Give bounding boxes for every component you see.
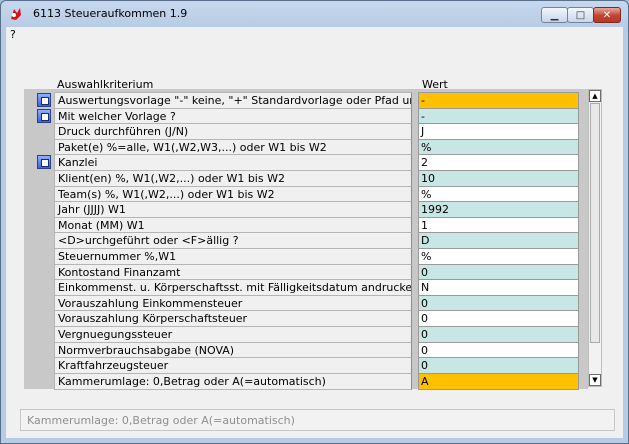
table-row: Steuernummer %,W1%: [24, 248, 588, 265]
criterion-label: Vorauszahlung Einkommensteuer: [54, 294, 412, 312]
value-field[interactable]: 2: [418, 154, 579, 172]
table-row: Kammerumlage: 0,Betrag oder A(=automatis…: [24, 372, 588, 390]
criterion-label: Klient(en) %, W1(,W2,...) oder W1 bis W2: [54, 170, 412, 187]
table-row: Druck durchführen (J/N) J: [24, 123, 588, 141]
value-field[interactable]: 0: [418, 310, 579, 328]
value-field[interactable]: N: [418, 279, 579, 297]
status-bar: Kammerumlage: 0,Betrag oder A(=automatis…: [20, 409, 615, 431]
value-field[interactable]: 0: [418, 263, 579, 281]
criterion-label: Kanzlei: [54, 154, 412, 172]
table-row: Team(s) %, W1(,W2,...) oder W1 bis W2%: [24, 185, 588, 203]
criterion-label: Steuernummer %,W1: [54, 248, 412, 265]
menu-item-help[interactable]: ?: [10, 28, 16, 41]
table-row: Kraftfahrzeugsteuer 0: [24, 357, 588, 375]
criterion-label: Paket(e) %=alle, W1(,W2,W3,...) oder W1 …: [54, 138, 412, 156]
scroll-down-icon[interactable]: ▼: [589, 374, 601, 386]
minimize-button[interactable]: ▁: [541, 7, 568, 23]
window-title: 6113 Steueraufkommen 1.9: [33, 7, 188, 20]
value-field[interactable]: %: [418, 185, 579, 203]
criterion-label: Auswertungsvorlage "-" keine, "+" Standa…: [54, 92, 412, 109]
table-row: Klient(en) %, W1(,W2,...) oder W1 bis W2…: [24, 170, 588, 187]
table-row: Vorauszahlung Einkommensteuer 0: [24, 294, 588, 312]
criterion-label: Vorauszahlung Körperschaftsteuer: [54, 310, 412, 328]
table-row: <D>urchgeführt oder <F>ällig ? D: [24, 232, 588, 250]
table-row: Vergnuegungssteuer 0: [24, 326, 588, 343]
criterion-label: <D>urchgeführt oder <F>ällig ?: [54, 232, 412, 250]
value-field[interactable]: A: [418, 372, 579, 390]
lookup-button-icon[interactable]: [37, 93, 51, 107]
criterion-label: Monat (MM) W1: [54, 216, 412, 234]
scroll-thumb[interactable]: [590, 103, 600, 343]
value-field[interactable]: D: [418, 232, 579, 250]
lookup-button-icon[interactable]: [37, 108, 51, 123]
criterion-label: Mit welcher Vorlage ?: [54, 107, 412, 125]
app-window: 6113 Steueraufkommen 1.9 ▁ □ ✕ ? Auswahl…: [0, 0, 629, 444]
minimize-icon: ▁: [550, 9, 559, 21]
value-field[interactable]: 0: [418, 357, 579, 375]
criterion-label: Kammerumlage: 0,Betrag oder A(=automatis…: [54, 372, 412, 390]
table-row: Normverbrauchsabgabe (NOVA) 0: [24, 341, 588, 359]
table-row: Mit welcher Vorlage ? -: [24, 107, 588, 125]
value-field[interactable]: J: [418, 123, 579, 141]
value-field[interactable]: 1992: [418, 201, 579, 219]
client-area: Auswahlkriterium Wert Auswertungsvorlage…: [6, 42, 623, 438]
value-field[interactable]: 10: [418, 170, 579, 187]
value-field[interactable]: %: [418, 138, 579, 156]
table-row: Kontostand Finanzamt 0: [24, 263, 588, 281]
value-field[interactable]: 0: [418, 294, 579, 312]
maximize-button[interactable]: □: [567, 7, 594, 23]
close-button[interactable]: ✕: [593, 7, 621, 23]
scroll-up-icon[interactable]: ▲: [589, 90, 601, 102]
vertical-scrollbar[interactable]: ▲ ▼: [588, 89, 602, 387]
criterion-label: Kraftfahrzeugsteuer: [54, 357, 412, 375]
value-field[interactable]: 1: [418, 216, 579, 234]
criterion-label: Jahr (JJJJ) W1: [54, 201, 412, 219]
lookup-button-icon[interactable]: [37, 155, 51, 170]
value-field[interactable]: 0: [418, 326, 579, 343]
close-icon: ✕: [602, 9, 612, 21]
criterion-label: Einkommenst. u. Körperschaftsst. mit Fäl…: [54, 279, 412, 297]
value-field[interactable]: -: [418, 107, 579, 125]
table-row: Einkommenst. u. Körperschaftsst. mit Fäl…: [24, 279, 588, 297]
app-logo-icon: [11, 8, 21, 20]
value-field[interactable]: -: [418, 92, 579, 109]
table-row: Auswertungsvorlage "-" keine, "+" Standa…: [24, 92, 588, 109]
criteria-grid: Auswertungsvorlage "-" keine, "+" Standa…: [24, 89, 588, 390]
title-bar[interactable]: 6113 Steueraufkommen 1.9 ▁ □ ✕: [1, 1, 628, 27]
criterion-label: Druck durchführen (J/N): [54, 123, 412, 141]
table-row: Monat (MM) W1 1: [24, 216, 588, 234]
table-row: Jahr (JJJJ) W1 1992: [24, 201, 588, 219]
maximize-icon: □: [575, 9, 586, 21]
criterion-label: Vergnuegungssteuer: [54, 326, 412, 343]
menu-bar: ?: [6, 27, 623, 43]
table-row: Vorauszahlung Körperschaftsteuer 0: [24, 310, 588, 328]
value-field[interactable]: 0: [418, 341, 579, 359]
table-row: Kanzlei 2: [24, 154, 588, 172]
value-field[interactable]: %: [418, 248, 579, 265]
criterion-label: Kontostand Finanzamt: [54, 263, 412, 281]
table-row: Paket(e) %=alle, W1(,W2,W3,...) oder W1 …: [24, 138, 588, 156]
criterion-label: Team(s) %, W1(,W2,...) oder W1 bis W2: [54, 185, 412, 203]
criterion-label: Normverbrauchsabgabe (NOVA): [54, 341, 412, 359]
